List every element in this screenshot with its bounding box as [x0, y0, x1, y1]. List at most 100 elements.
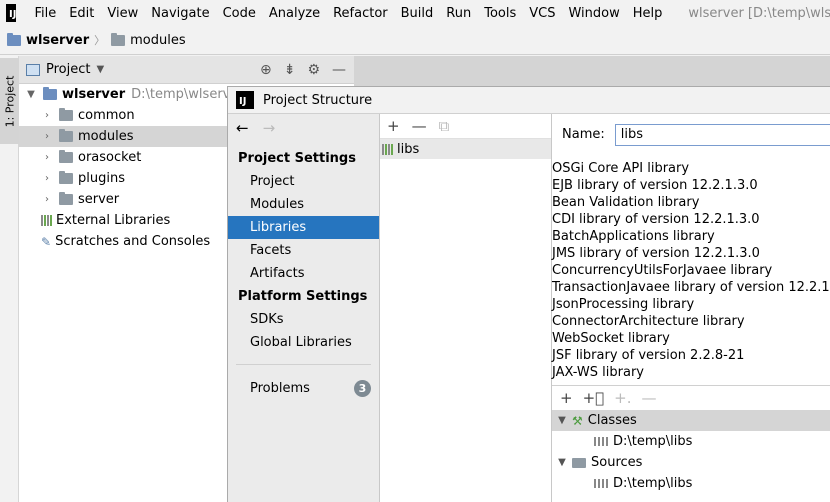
roots-sources-row[interactable]: ▼ Sources [552, 452, 830, 473]
library-entry[interactable]: JsonProcessing library [552, 296, 830, 313]
nav-item-project[interactable]: Project [228, 170, 379, 193]
remove-icon[interactable]: — [412, 117, 427, 135]
project-tool-tab[interactable]: 1: Project [0, 58, 19, 144]
add-icon[interactable]: + [387, 117, 400, 135]
library-entry[interactable]: ConnectorArchitecture library [552, 313, 830, 330]
library-entry[interactable]: OSGi Core API library [552, 160, 830, 177]
folder-icon [59, 108, 73, 121]
tool-window-stripe: 1: Project [0, 56, 19, 502]
gear-icon[interactable]: ⚙ [307, 62, 320, 78]
nav-item-sdks[interactable]: SDKs [228, 308, 379, 331]
expanded-arrow-icon[interactable]: ▼ [556, 457, 568, 468]
collapse-all-icon[interactable]: ⇟ [284, 62, 296, 78]
library-entry[interactable]: JAX-WS library [552, 364, 830, 381]
tree-folder-label: common [78, 108, 135, 123]
library-entry[interactable]: CDI library of version 12.2.1.3.0 [552, 211, 830, 228]
dialog-title-bar[interactable]: IJ Project Structure [228, 87, 830, 114]
forward-arrow-icon[interactable]: → [263, 119, 276, 137]
collapsed-arrow-icon[interactable]: › [41, 194, 53, 205]
library-entry[interactable]: BatchApplications library [552, 228, 830, 245]
chevron-down-icon[interactable]: ▼ [96, 64, 104, 75]
nav-item-facets[interactable]: Facets [228, 239, 379, 262]
menu-analyze[interactable]: Analyze [264, 6, 325, 21]
hide-icon[interactable]: — [332, 62, 346, 78]
source-folder-icon [572, 457, 586, 468]
menu-help[interactable]: Help [628, 6, 668, 21]
menu-vcs[interactable]: VCS [524, 6, 560, 21]
scratches-label: Scratches and Consoles [55, 234, 211, 249]
project-tool-tab-label: 1: Project [3, 75, 16, 127]
project-folder-icon [7, 32, 21, 46]
sources-label: Sources [591, 455, 643, 470]
project-view-selector[interactable]: Project [46, 62, 90, 77]
library-entry[interactable]: ConcurrencyUtilsForJavaee library [552, 262, 830, 279]
tree-folder-label: plugins [78, 171, 125, 186]
nav-item-libraries[interactable]: Libraries [228, 216, 379, 239]
collapsed-arrow-icon[interactable]: › [41, 110, 53, 121]
problems-label: Problems [250, 381, 310, 396]
menu-window[interactable]: Window [563, 6, 624, 21]
navigation-bar: wlserver 〉 modules [0, 26, 830, 55]
library-list-item[interactable]: libs [380, 139, 551, 159]
collapsed-arrow-icon[interactable]: › [41, 152, 53, 163]
locate-icon[interactable]: ⊕ [260, 62, 272, 78]
library-name-input[interactable] [614, 123, 830, 146]
library-entry[interactable]: Bean Validation library [552, 194, 830, 211]
menu-tools[interactable]: Tools [479, 6, 521, 21]
nav-item-global-libraries[interactable]: Global Libraries [228, 331, 379, 354]
breadcrumb-child[interactable]: modules [111, 32, 186, 48]
collapsed-arrow-icon[interactable]: › [41, 131, 53, 142]
external-libraries-label: External Libraries [56, 213, 171, 228]
folder-icon [59, 192, 73, 205]
classes-path-row[interactable]: D:\temp\libs [552, 431, 830, 452]
breadcrumb-child-label: modules [130, 32, 186, 48]
add-root-disabled-icon[interactable]: +. [614, 389, 631, 407]
library-entry[interactable]: JMS library of version 12.2.1.3.0 [552, 245, 830, 262]
classes-path: D:\temp\libs [613, 434, 693, 449]
remove-root-icon[interactable]: — [642, 389, 657, 407]
menu-code[interactable]: Code [218, 6, 261, 21]
menu-view[interactable]: View [102, 6, 143, 21]
library-details-panel: Name: OSGi Core API library EJB library … [552, 114, 830, 502]
nav-item-modules[interactable]: Modules [228, 193, 379, 216]
expanded-arrow-icon[interactable]: ▼ [25, 89, 37, 100]
collapsed-arrow-icon[interactable]: › [41, 173, 53, 184]
menu-edit[interactable]: Edit [64, 6, 99, 21]
roots-toolbar: + +⃘ +. — [552, 385, 830, 410]
tree-root-label: wlserver [62, 87, 126, 102]
menu-build[interactable]: Build [396, 6, 439, 21]
menu-refactor[interactable]: Refactor [328, 6, 393, 21]
library-list-panel: + — ⧉ libs [380, 114, 552, 502]
copy-icon[interactable]: ⧉ [439, 117, 450, 135]
nav-item-problems[interactable]: Problems 3 [228, 377, 379, 400]
sources-path-row[interactable]: D:\temp\libs [552, 473, 830, 494]
add-root-icon[interactable]: + [560, 389, 573, 407]
problems-count-badge: 3 [354, 380, 371, 397]
nav-item-artifacts[interactable]: Artifacts [228, 262, 379, 285]
tree-folder-label: orasocket [78, 150, 142, 165]
hammer-icon: ⚒ [572, 413, 583, 428]
back-arrow-icon[interactable]: ← [236, 119, 249, 137]
library-entries-list: OSGi Core API library EJB library of ver… [552, 155, 830, 381]
library-entry[interactable]: WebSocket library [552, 330, 830, 347]
expanded-arrow-icon[interactable]: ▼ [556, 415, 568, 426]
menu-navigate[interactable]: Navigate [146, 6, 214, 21]
folder-icon [111, 32, 126, 46]
tree-folder-label: server [78, 192, 120, 207]
roots-classes-row[interactable]: ▼ ⚒ Classes [552, 410, 830, 431]
library-icon [382, 143, 393, 155]
menu-file[interactable]: File [29, 6, 61, 21]
menu-bar: IJ File Edit View Navigate Code Analyze … [0, 0, 830, 26]
breadcrumb-root[interactable]: wlserver [7, 32, 89, 48]
project-structure-dialog: IJ Project Structure ← → Project Setting… [227, 86, 830, 502]
menu-run[interactable]: Run [441, 6, 476, 21]
library-entry[interactable]: TransactionJavaee library of version 12.… [552, 279, 830, 296]
folder-icon [59, 129, 73, 142]
library-icon [41, 215, 52, 226]
library-entry[interactable]: EJB library of version 12.2.1.3.0 [552, 177, 830, 194]
library-item-label: libs [397, 141, 420, 157]
module-folder-icon [43, 87, 57, 100]
library-entry[interactable]: JSF library of version 2.2.8-21 [552, 347, 830, 364]
intellij-logo-icon: IJ [6, 4, 17, 22]
add-root-alt-icon[interactable]: +⃘ [583, 389, 605, 407]
